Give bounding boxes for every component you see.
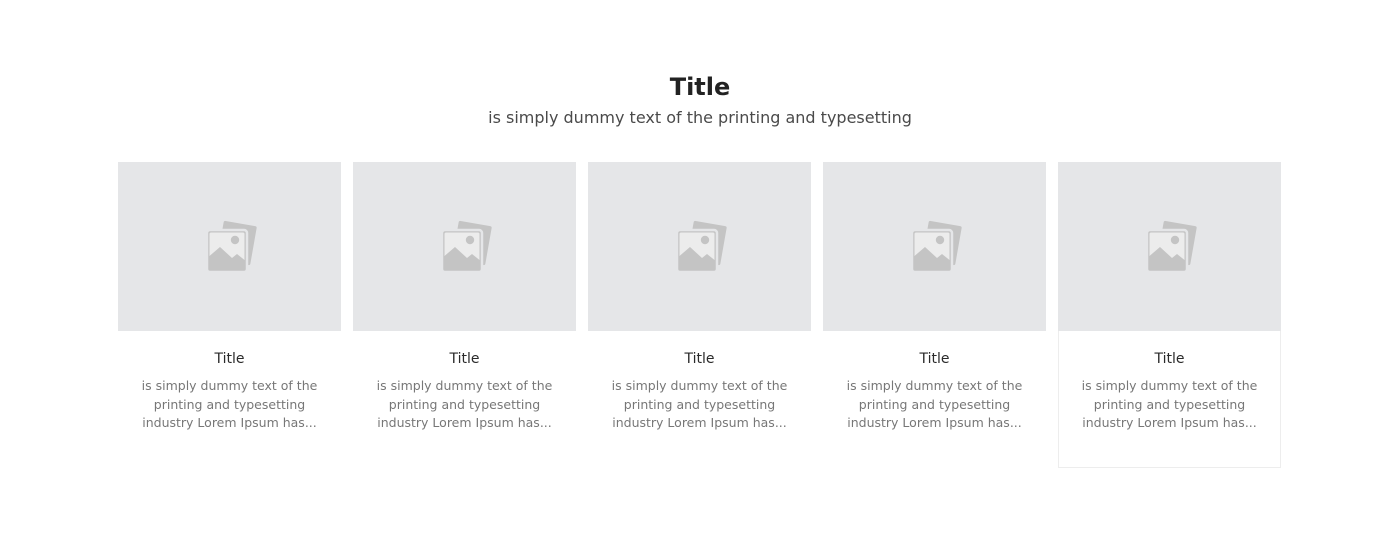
image-placeholder-icon [1141,217,1199,276]
card-description: is simply dummy text of the printing and… [1081,378,1258,430]
card-description: is simply dummy text of the printing and… [846,378,1023,430]
card-title: Title [684,351,715,367]
card[interactable]: Title is simply dummy text of the printi… [353,162,576,468]
card[interactable]: Title is simply dummy text of the printi… [1058,162,1281,468]
page: Title is simply dummy text of the printi… [0,0,1400,547]
card-list: Title is simply dummy text of the printi… [118,162,1281,468]
card-title: Title [919,351,950,367]
card-title: Title [214,351,245,367]
card-description: is simply dummy text of the printing and… [141,378,318,430]
card-image [353,162,576,331]
image-placeholder-icon [906,217,964,276]
section-header: Title is simply dummy text of the printi… [0,70,1400,130]
image-placeholder-icon [201,217,259,276]
section-subtitle: is simply dummy text of the printing and… [488,108,912,127]
card-image [588,162,811,331]
card[interactable]: Title is simply dummy text of the printi… [588,162,811,468]
section-title: Title [669,73,731,101]
card-description: is simply dummy text of the printing and… [376,378,553,430]
card-image [118,162,341,331]
image-placeholder-icon [436,217,494,276]
card[interactable]: Title is simply dummy text of the printi… [823,162,1046,468]
card-title: Title [1154,351,1185,367]
card-title: Title [449,351,480,367]
card-image [823,162,1046,331]
image-placeholder-icon [671,217,729,276]
card-image [1058,162,1281,331]
card[interactable]: Title is simply dummy text of the printi… [118,162,341,468]
card-description: is simply dummy text of the printing and… [611,378,788,430]
